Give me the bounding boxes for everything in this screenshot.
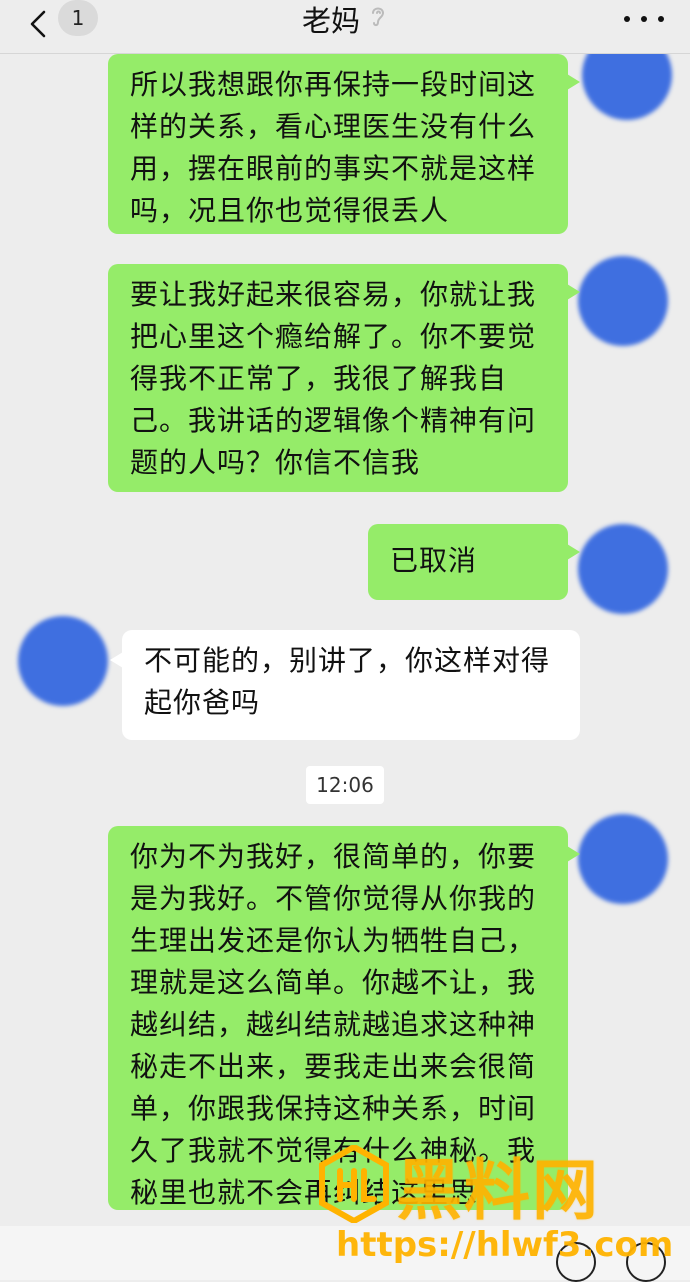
my-avatar[interactable] xyxy=(582,54,672,120)
message-bubble-received[interactable]: 不可能的，别讲了，你这样对得起你爸吗 xyxy=(110,630,580,740)
my-avatar[interactable] xyxy=(578,524,668,614)
more-options-button[interactable] xyxy=(624,6,664,32)
message-bubble-sent[interactable]: 你为不为我好，很简单的，你要是为我好。不管你觉得从你我的生理出发还是你认为牺牲自… xyxy=(108,826,580,1210)
message-bubble-sent[interactable]: 所以我想跟你再保持一段时间这样的关系，看心理医生没有什么用，摆在眼前的事实不就是… xyxy=(108,54,580,234)
chat-header: 1 老妈 xyxy=(0,0,690,54)
page-title: 老妈 xyxy=(301,4,360,38)
chat-message-list[interactable]: 所以我想跟你再保持一段时间这样的关系，看心理医生没有什么用，摆在眼前的事实不就是… xyxy=(0,54,690,1280)
contact-avatar[interactable] xyxy=(18,616,108,706)
emoji-icon[interactable] xyxy=(556,1242,596,1282)
message-bubble-sent[interactable]: 已取消 xyxy=(368,524,580,600)
ear-icon xyxy=(368,2,388,36)
my-avatar[interactable] xyxy=(578,814,668,904)
more-dots-icon xyxy=(624,16,630,22)
my-avatar[interactable] xyxy=(578,256,668,346)
message-bubble-sent[interactable]: 要让我好起来很容易，你就让我把心里这个瘾给解了。你不要觉得我不正常了，我很了解我… xyxy=(108,264,580,492)
timestamp-label: 12:06 xyxy=(306,766,384,804)
chat-title-bar: 老妈 xyxy=(0,0,690,38)
plus-icon[interactable] xyxy=(626,1242,666,1282)
